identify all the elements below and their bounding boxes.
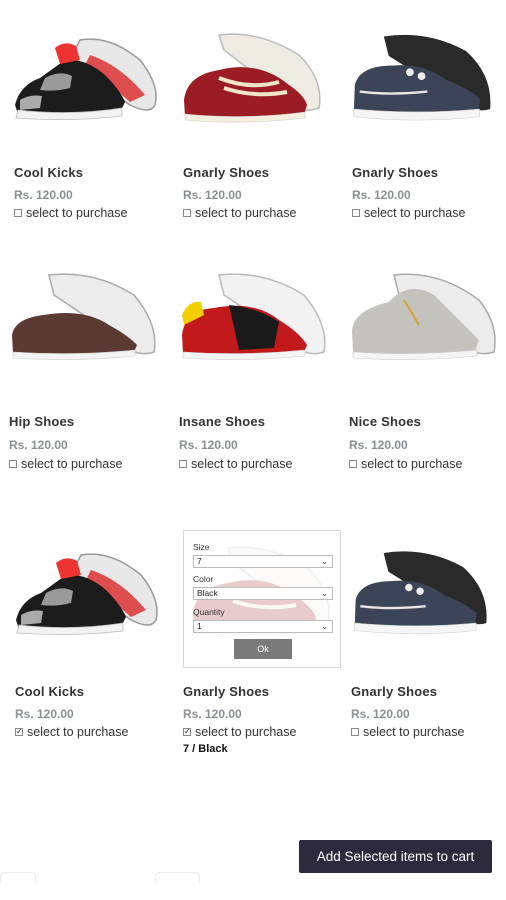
grey-high-top-image[interactable] (349, 270, 499, 370)
select-to-purchase[interactable]: select to purchase (349, 457, 462, 471)
select-label: select to purchase (27, 725, 129, 739)
product-price: Rs. 120.00 (14, 188, 73, 202)
purchase-checkbox[interactable] (352, 209, 360, 217)
purchase-checkbox[interactable] (14, 209, 22, 217)
select-to-purchase[interactable]: select to purchase (183, 206, 296, 220)
select-label: select to purchase (364, 206, 466, 220)
product-name: Nice Shoes (349, 414, 422, 429)
product-price: Rs. 120.00 (183, 707, 242, 721)
purchase-checkbox-checked[interactable]: ✓ (15, 728, 23, 736)
size-label: Size (193, 542, 210, 552)
product-price: Rs. 120.00 (15, 707, 74, 721)
product-price: Rs. 120.00 (183, 188, 242, 202)
product-price: Rs. 120.00 (9, 438, 68, 452)
select-to-purchase[interactable]: select to purchase (351, 725, 464, 739)
chevron-down-icon: ⌄ (321, 589, 328, 598)
product-name: Gnarly Shoes (183, 684, 270, 699)
purchase-checkbox[interactable] (179, 460, 187, 468)
product-price: Rs. 120.00 (352, 188, 411, 202)
navy-boat-shoe-image[interactable] (351, 545, 491, 645)
brown-low-sneaker-image[interactable] (9, 270, 159, 370)
select-label: select to purchase (195, 206, 297, 220)
product-name: Gnarly Shoes (351, 684, 438, 699)
product-name: Hip Shoes (9, 414, 75, 429)
red-cream-sneaker-image[interactable] (179, 30, 329, 130)
select-label: select to purchase (363, 725, 465, 739)
quantity-value: 1 (197, 621, 202, 631)
product-name: Cool Kicks (15, 684, 85, 699)
purchase-checkbox[interactable] (351, 728, 359, 736)
select-to-purchase[interactable]: ✓ select to purchase (15, 725, 128, 739)
color-value: Black (197, 588, 218, 598)
product-price: Rs. 120.00 (179, 438, 238, 452)
purchase-checkbox[interactable] (349, 460, 357, 468)
select-label: select to purchase (361, 457, 463, 471)
size-value: 7 (197, 556, 202, 566)
product-price: Rs. 120.00 (349, 438, 408, 452)
select-to-purchase[interactable]: select to purchase (14, 206, 127, 220)
product-name: Insane Shoes (179, 414, 266, 429)
select-label: select to purchase (26, 206, 128, 220)
chevron-down-icon: ⌄ (321, 622, 328, 631)
select-to-purchase[interactable]: ✓ select to purchase (183, 725, 296, 739)
size-select[interactable]: 7 ⌄ (193, 555, 333, 568)
color-label: Color (193, 574, 214, 584)
footer-tab (0, 872, 36, 882)
product-name: Gnarly Shoes (352, 165, 439, 180)
select-to-purchase[interactable]: select to purchase (9, 457, 122, 471)
black-red-sneaker-image[interactable] (10, 30, 160, 130)
purchase-checkbox[interactable] (183, 209, 191, 217)
select-label: select to purchase (21, 457, 123, 471)
chevron-down-icon: ⌄ (321, 557, 328, 566)
quantity-label: Quantity (193, 607, 225, 617)
navy-boat-shoe-image[interactable] (350, 30, 495, 130)
color-select[interactable]: Black ⌄ (193, 587, 333, 600)
product-name: Cool Kicks (14, 165, 84, 180)
product-name: Gnarly Shoes (183, 165, 270, 180)
black-red-sneaker-image[interactable] (11, 545, 161, 645)
ok-button[interactable]: Ok (234, 639, 292, 659)
select-to-purchase[interactable]: select to purchase (352, 206, 465, 220)
select-to-purchase[interactable]: select to purchase (179, 457, 292, 471)
variant-options-popup: Size 7 ⌄ Color Black ⌄ Quantity 1 ⌄ Ok (183, 530, 341, 668)
red-black-yellow-sneaker-image[interactable] (179, 270, 329, 370)
purchase-checkbox-checked[interactable]: ✓ (183, 728, 191, 736)
purchase-checkbox[interactable] (9, 460, 17, 468)
product-price: Rs. 120.00 (351, 707, 410, 721)
select-label: select to purchase (191, 457, 293, 471)
selected-variant: 7 / Black (183, 743, 228, 755)
add-selected-to-cart-button[interactable]: Add Selected items to cart (299, 840, 492, 873)
quantity-select[interactable]: 1 ⌄ (193, 620, 333, 633)
footer-tab (155, 872, 200, 882)
select-label: select to purchase (195, 725, 297, 739)
